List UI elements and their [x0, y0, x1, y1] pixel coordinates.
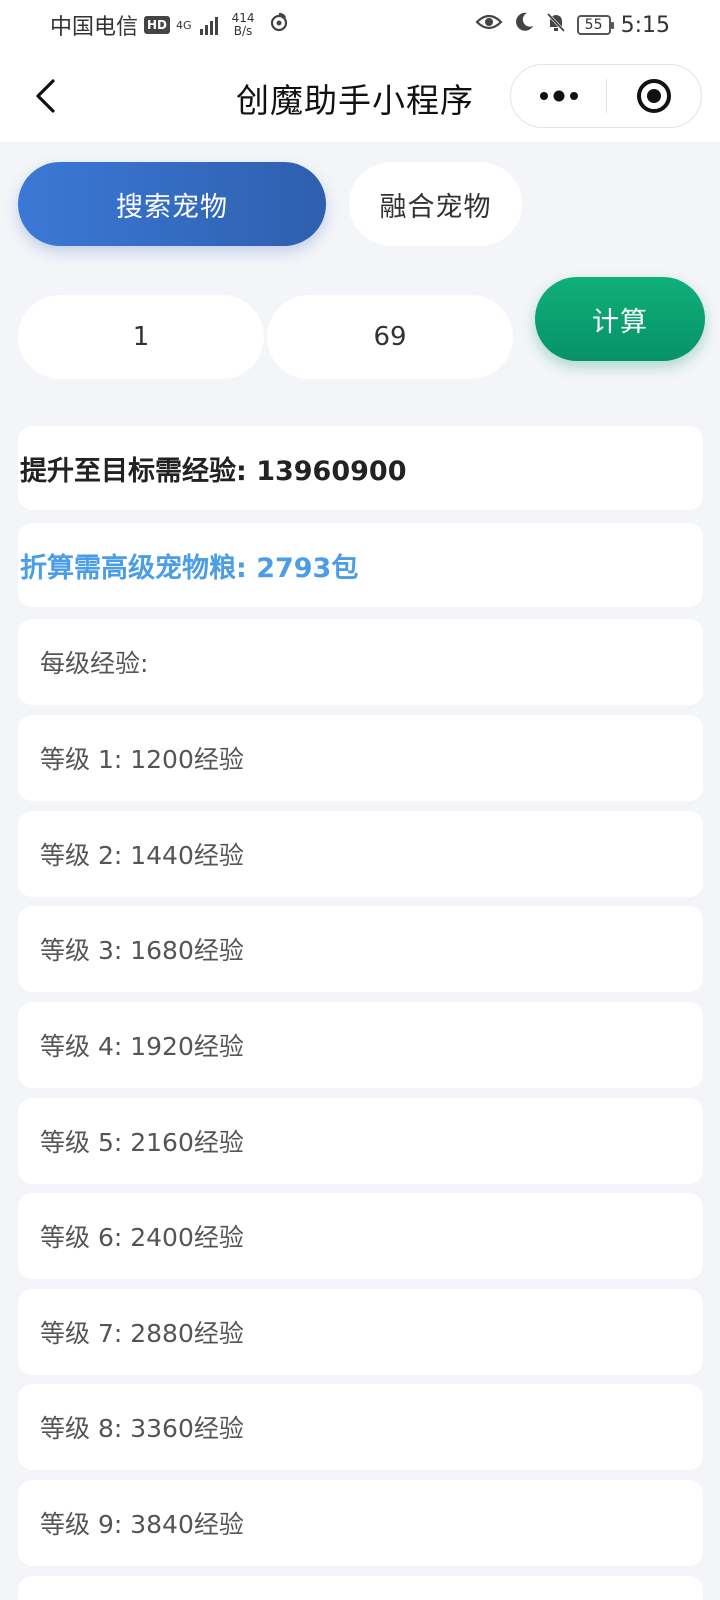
sync-icon: [268, 11, 290, 39]
moon-icon: [513, 11, 535, 39]
level-exp-text: 等级 9: 3840经验: [40, 1510, 244, 1539]
eye-icon: [475, 11, 503, 39]
level-exp-text: 等级 7: 2880经验: [40, 1319, 244, 1348]
network-speed: 414 B/s: [232, 12, 255, 38]
per-level-header-card: 每级经验:: [18, 619, 703, 705]
list-item: 等级 8: 3360经验: [18, 1384, 703, 1470]
level-exp-text: 等级 5: 2160经验: [40, 1128, 244, 1157]
list-item: 等级 6: 2400经验: [18, 1193, 703, 1279]
list-item: 等级 4: 1920经验: [18, 1002, 703, 1088]
start-level-input[interactable]: [18, 295, 264, 379]
target-level-input[interactable]: [267, 295, 513, 379]
total-exp-card: 提升至目标需经验: 13960900: [18, 426, 703, 510]
level-exp-text: 等级 6: 2400经验: [40, 1223, 244, 1252]
level-exp-text: 等级 3: 1680经验: [40, 936, 244, 965]
tab-search-pet[interactable]: 搜索宠物: [18, 162, 326, 246]
calculate-button[interactable]: 计算: [535, 277, 705, 361]
food-needed-card: 折算需高级宠物粮: 2793包: [18, 523, 703, 607]
list-item: 等级 7: 2880经验: [18, 1289, 703, 1375]
close-miniprogram-icon[interactable]: [607, 65, 701, 127]
list-item: 等级 2: 1440经验: [18, 811, 703, 897]
level-exp-text: 等级 4: 1920经验: [40, 1032, 244, 1061]
mute-bell-icon: [545, 11, 567, 39]
signal-icon: [199, 15, 218, 35]
list-item: 等级 1: 1200经验: [18, 715, 703, 801]
status-bar: 中国电信 HD 4G 414 B/s 55 5:15: [0, 0, 720, 50]
speed-unit: B/s: [233, 24, 253, 38]
network-type: 4G: [176, 18, 192, 32]
back-icon[interactable]: [30, 78, 60, 114]
level-exp-text: 等级 1: 1200经验: [40, 745, 244, 774]
level-exp-text: 等级 8: 3360经验: [40, 1414, 244, 1443]
tab-fuse-pet[interactable]: 融合宠物: [349, 162, 522, 246]
capsule-menu: [510, 64, 702, 128]
more-icon[interactable]: [511, 65, 606, 127]
list-item: 等级 3: 1680经验: [18, 906, 703, 992]
page-title: 创魔助手小程序: [236, 81, 474, 120]
network-icon: 4G: [176, 20, 192, 31]
level-exp-text: 等级 2: 1440经验: [40, 841, 244, 870]
carrier-label: 中国电信: [50, 15, 139, 40]
battery-icon: 55: [576, 15, 614, 35]
hd-badge: HD: [144, 16, 171, 34]
battery-level: 55: [584, 17, 603, 33]
navigation-bar: 创魔助手小程序: [0, 50, 720, 142]
list-item-partial: [18, 1576, 703, 1600]
list-item: 等级 9: 3840经验: [18, 1480, 703, 1566]
per-level-header: 每级经验:: [40, 649, 149, 678]
list-item: 等级 5: 2160经验: [18, 1098, 703, 1184]
clock: 5:15: [620, 12, 670, 38]
total-exp-text: 提升至目标需经验: 13960900: [20, 455, 407, 487]
food-needed-text: 折算需高级宠物粮: 2793包: [20, 552, 359, 584]
